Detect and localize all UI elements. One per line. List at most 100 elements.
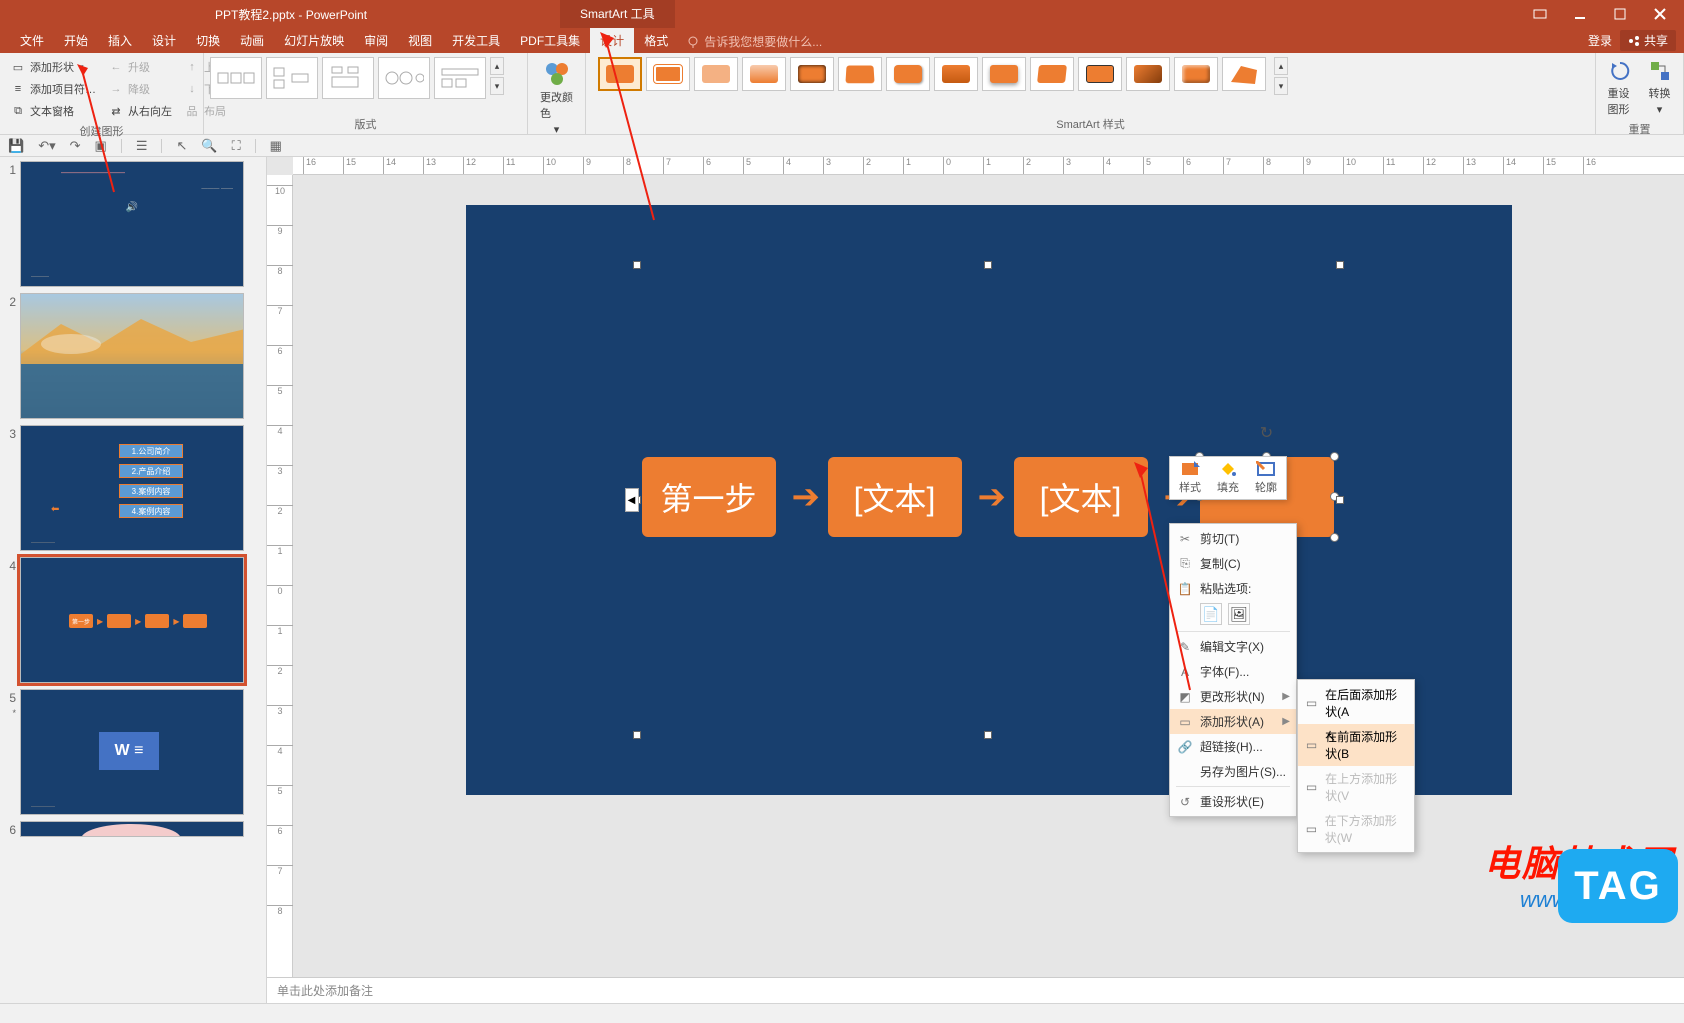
slide-thumb-2[interactable] [20,293,244,419]
tab-design[interactable]: 设计 [142,28,186,53]
style-option-12[interactable] [1126,57,1170,91]
style-option-10[interactable] [1030,57,1074,91]
tab-view[interactable]: 视图 [398,28,442,53]
gallery-scroll-up[interactable]: ▴ [490,57,504,75]
add-shape-icon: ▭ [10,59,26,75]
change-colors-button[interactable]: 更改颜色▾ [534,55,579,140]
paste-option-1[interactable]: 📄 [1200,603,1222,625]
ctx-edit-text[interactable]: ✎编辑文字(X) [1170,634,1296,659]
slide-thumb-6[interactable] [20,821,244,837]
group-label-reset: 重置 [1602,119,1677,139]
promote-button[interactable]: ←升级 [104,57,176,77]
ctx-add-shape[interactable]: ▭添加形状(A)▶ [1170,709,1296,734]
ctx-change-shape[interactable]: ◩更改形状(N)▶ [1170,684,1296,709]
ribbon-display-options-icon[interactable] [1520,0,1560,28]
share-button[interactable]: 共享 [1620,30,1676,51]
sub-add-after[interactable]: ▭在后面添加形状(A [1298,682,1414,724]
minimize-icon[interactable] [1560,0,1600,28]
lightbulb-icon [686,35,700,49]
copy-icon: ⎘ [1176,556,1194,571]
mini-style-button[interactable]: 样式 [1174,461,1206,495]
tab-file[interactable]: 文件 [10,28,54,53]
thumb-row-6: 6 [4,821,258,837]
slide-thumb-3[interactable]: ⬅ 1.公司简介 2.产品介绍 3.案例内容 4.案例内容 ———— [20,425,244,551]
style-option-5[interactable] [790,57,834,91]
smartart-node-3[interactable]: [文本] [1014,457,1148,537]
sel-handle-s[interactable] [984,731,992,739]
sel-handle-n[interactable] [984,261,992,269]
layout-option-1[interactable] [210,57,262,99]
ctx-copy[interactable]: ⎘复制(C) [1170,551,1296,576]
demote-button[interactable]: →降级 [104,79,176,99]
demote-icon: → [108,81,124,97]
canvas-wrap[interactable]: ◀ 第一步 ➔ [文本] ➔ [文本] ➔ ↻ [293,175,1684,977]
qat-zoom-icon[interactable]: 🔍 [201,138,217,154]
style-option-14[interactable] [1222,57,1266,91]
style-option-3[interactable] [694,57,738,91]
convert-button[interactable]: 转换▾ [1642,57,1678,118]
slide-thumb-5[interactable]: W ≡ ———— [20,689,244,815]
ctx-reset-shape[interactable]: ↺重设形状(E) [1170,789,1296,814]
layout-option-4[interactable] [378,57,430,99]
slide-thumbnails-pane[interactable]: 1 ———————— ——— —— 🔊 ——— 2 3 ⬅ 1.公司简介 2.产… [0,157,267,1003]
mini-fill-button[interactable]: 填充 [1212,461,1244,495]
style-option-2[interactable] [646,57,690,91]
style-option-13[interactable] [1174,57,1218,91]
login-link[interactable]: 登录 [1588,32,1612,49]
style-option-6[interactable] [838,57,882,91]
close-icon[interactable] [1640,0,1680,28]
style-option-8[interactable] [934,57,978,91]
style-option-1[interactable] [598,57,642,91]
tab-smartart-design[interactable]: 设计 [590,28,634,53]
sel-handle-e[interactable] [1336,496,1344,504]
sel-handle-nw[interactable] [633,261,641,269]
sel-handle-sw[interactable] [633,731,641,739]
tab-insert[interactable]: 插入 [98,28,142,53]
qat-fit-icon[interactable]: ⛶ [232,138,241,154]
qat-macro-icon[interactable]: ▦ [270,138,282,154]
tab-pdf-tools[interactable]: PDF工具集 [510,28,590,53]
tell-me-input[interactable] [704,35,884,49]
mini-outline-button[interactable]: 轮廓 [1250,461,1282,495]
rotate-handle[interactable]: ↻ [1260,423,1273,443]
ctx-save-as-pic[interactable]: 另存为图片(S)... [1170,759,1296,784]
style-option-9[interactable] [982,57,1026,91]
layout-option-3[interactable] [322,57,374,99]
add-bullet-button[interactable]: ≡添加项目符… [6,79,100,99]
tab-transitions[interactable]: 切换 [186,28,230,53]
tab-home[interactable]: 开始 [54,28,98,53]
gallery-more[interactable]: ▾ [490,77,504,95]
style-more[interactable]: ▾ [1274,77,1288,95]
notes-pane[interactable]: 单击此处添加备注 [267,977,1684,1003]
ctx-font[interactable]: A字体(F)... [1170,659,1296,684]
style-option-4[interactable] [742,57,786,91]
ctx-hyperlink[interactable]: 🔗超链接(H)... [1170,734,1296,759]
slide-thumb-4[interactable]: 第一步 ▶ ▶ ▶ [20,557,244,683]
style-scroll-up[interactable]: ▴ [1274,57,1288,75]
ctx-cut[interactable]: ✂剪切(T) [1170,526,1296,551]
text-pane-icon: ⧉ [10,103,26,119]
tab-slideshow[interactable]: 幻灯片放映 [274,28,354,53]
tab-review[interactable]: 审阅 [354,28,398,53]
tell-me-box[interactable] [686,35,884,53]
layout-option-2[interactable] [266,57,318,99]
context-menu: ✂剪切(T) ⎘复制(C) 📋粘贴选项: 📄 🖼 ✎编辑文字(X) A字体(F)… [1169,523,1297,817]
reset-graphic-button[interactable]: 重设图形 [1602,57,1638,119]
tab-developer[interactable]: 开发工具 [442,28,510,53]
maximize-icon[interactable] [1600,0,1640,28]
layout-option-5[interactable] [434,57,486,99]
rtl-button[interactable]: ⇄从右向左 [104,101,176,121]
slide-thumb-1[interactable]: ———————— ——— —— 🔊 ——— [20,161,244,287]
sub-add-before[interactable]: ▭在前面添加形状(B ↖ [1298,724,1414,766]
tab-animations[interactable]: 动画 [230,28,274,53]
style-option-7[interactable] [886,57,930,91]
text-pane-button[interactable]: ⧉文本窗格 [6,101,100,121]
tab-smartart-format[interactable]: 格式 [634,28,678,53]
smartart-text-pane-toggle[interactable]: ◀ [625,488,639,512]
add-shape-button[interactable]: ▭添加形状▾ [6,57,100,77]
sel-handle-ne[interactable] [1336,261,1344,269]
smartart-node-1[interactable]: 第一步 [642,457,776,537]
paste-option-2[interactable]: 🖼 [1228,603,1250,625]
smartart-node-2[interactable]: [文本] [828,457,962,537]
style-option-11[interactable] [1078,57,1122,91]
